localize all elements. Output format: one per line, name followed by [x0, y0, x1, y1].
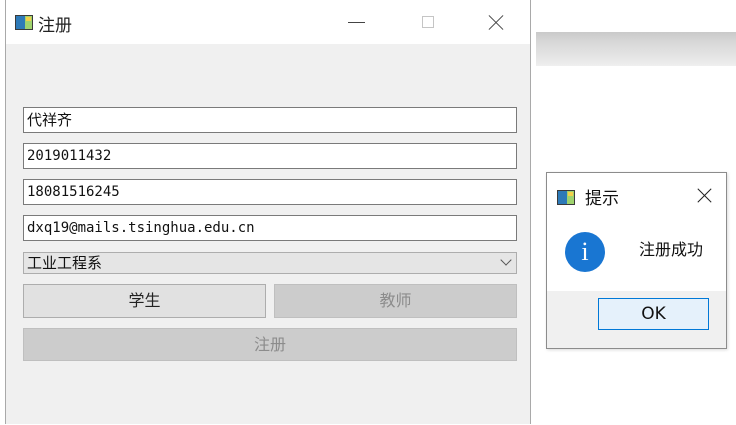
dialog-app-icon [557, 190, 575, 205]
email-input[interactable]: dxq19@mails.tsinghua.edu.cn [23, 215, 517, 241]
department-select[interactable]: 工业工程系 [23, 252, 517, 274]
student-button[interactable]: 学生 [23, 284, 266, 318]
minimize-icon[interactable] [342, 8, 372, 36]
background-app-strip [536, 32, 736, 66]
register-button[interactable]: 注册 [23, 328, 517, 361]
dialog-close-icon[interactable] [695, 185, 715, 205]
info-dialog: 提示 i 注册成功 OK [546, 172, 727, 349]
student-id-input[interactable]: 2019011432 [23, 143, 517, 169]
maximize-icon[interactable] [414, 8, 444, 36]
dialog-footer: OK [547, 291, 726, 348]
name-input[interactable]: 代祥齐 [23, 107, 517, 133]
close-icon[interactable] [482, 8, 512, 36]
ok-button[interactable]: OK [598, 298, 709, 330]
dialog-message: 注册成功 [639, 240, 704, 259]
chevron-down-icon [500, 254, 512, 266]
dialog-title: 提示 [585, 189, 619, 209]
phone-input[interactable]: 18081516245 [23, 179, 517, 205]
info-icon: i [565, 232, 605, 272]
window-title: 注册 [38, 16, 72, 36]
register-window: 注册 代祥齐 2019011432 18081516245 dxq19@mail… [5, 0, 531, 424]
title-bar: 注册 [6, 0, 530, 44]
department-selected-value: 工业工程系 [27, 254, 103, 272]
app-icon [15, 15, 33, 30]
teacher-button[interactable]: 教师 [274, 284, 517, 318]
